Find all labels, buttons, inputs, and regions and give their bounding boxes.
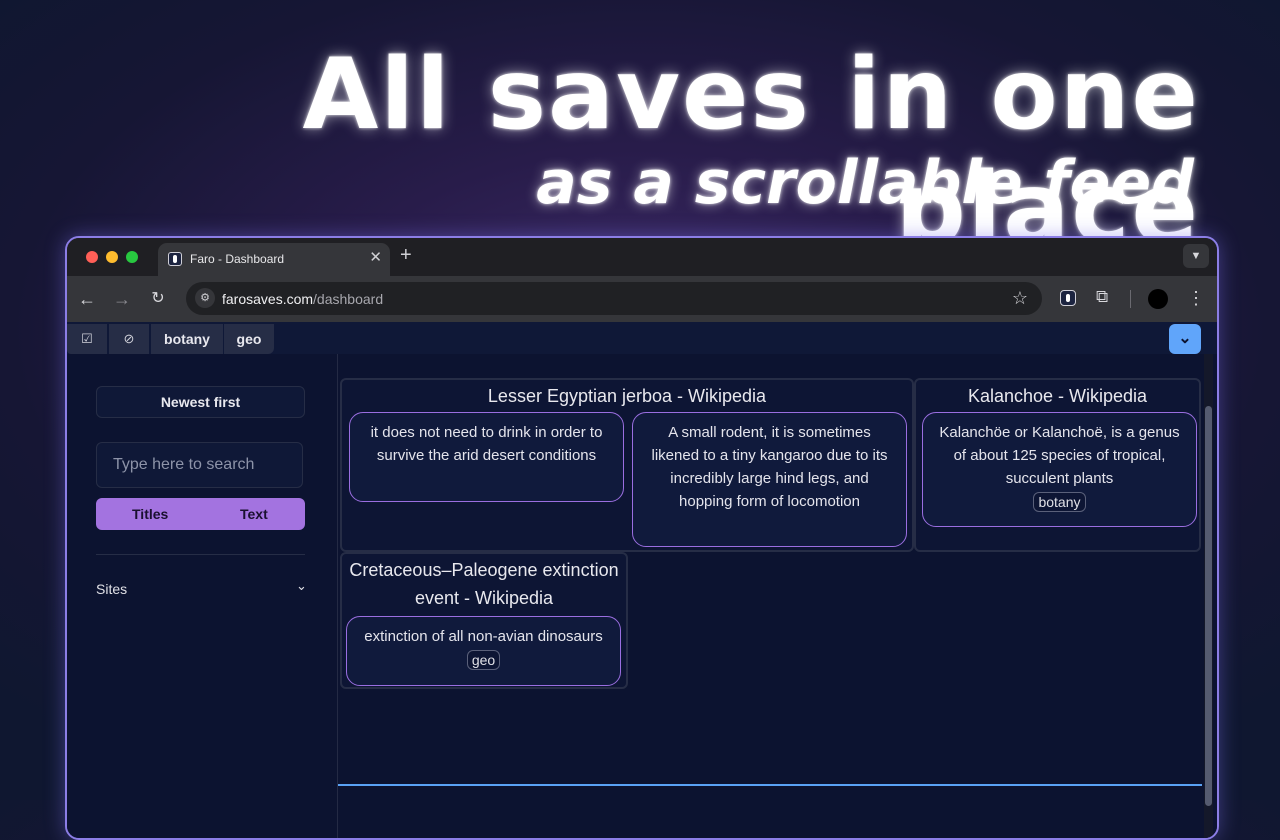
sites-chevron-down-icon[interactable]: ⌄ xyxy=(296,578,307,594)
close-tab-icon[interactable]: ✕ xyxy=(369,250,382,266)
browser-toolbar: ← → ↻ ⚙ farosaves.com/dashboard ☆ ⧉ ⋮ xyxy=(67,276,1217,322)
close-window-button[interactable] xyxy=(86,251,98,263)
save-card[interactable]: A small rodent, it is sometimes likened … xyxy=(632,412,907,547)
filter-bar: ☑ ⊘ botany geo ⌄ xyxy=(67,322,1217,354)
select-checkbox-icon[interactable]: ☑ xyxy=(67,324,107,354)
toggle-titles[interactable]: Titles xyxy=(132,498,168,530)
toggle-text[interactable]: Text xyxy=(240,498,268,530)
feed-scrollbar[interactable] xyxy=(1204,354,1213,838)
search-mode-toggle[interactable]: Titles Text xyxy=(96,498,305,530)
card-text: Kalanchöe or Kalanchoë, is a genus of ab… xyxy=(939,424,1180,487)
card-tag[interactable]: geo xyxy=(466,650,501,670)
url-text: farosaves.com/dashboard xyxy=(222,291,383,307)
profile-avatar[interactable] xyxy=(1148,289,1168,309)
bookmark-star-icon[interactable]: ☆ xyxy=(1012,288,1028,309)
group-title[interactable]: Kalanchoe - Wikipedia xyxy=(916,382,1199,410)
address-bar[interactable]: ⚙ farosaves.com/dashboard ☆ xyxy=(186,282,1042,315)
browser-window: Faro - Dashboard ✕ + ▼ ← → ↻ ⚙ farosaves… xyxy=(65,236,1219,840)
feed-end-divider xyxy=(338,784,1202,786)
tab-search-chevron-icon[interactable]: ▼ xyxy=(1183,244,1209,268)
site-settings-icon[interactable]: ⚙ xyxy=(195,288,215,308)
no-tag-filter-icon[interactable]: ⊘ xyxy=(109,324,149,354)
card-text: it does not need to drink in order to su… xyxy=(370,424,603,464)
search-input[interactable] xyxy=(96,442,303,488)
chevron-down-icon[interactable]: ⌄ xyxy=(1169,324,1201,354)
faro-extension-icon[interactable] xyxy=(1060,290,1076,306)
saves-feed: Lesser Egyptian jerboa - Wikipedia it do… xyxy=(338,354,1203,838)
url-path: /dashboard xyxy=(313,291,384,307)
new-tab-icon[interactable]: + xyxy=(400,245,412,265)
tab-title: Faro - Dashboard xyxy=(190,252,285,266)
save-group-kalanchoe: Kalanchoe - Wikipedia Kalanchöe or Kalan… xyxy=(914,378,1201,552)
faro-dashboard: ☑ ⊘ botany geo ⌄ Newest first Titles Tex… xyxy=(67,322,1217,838)
sidebar-divider xyxy=(96,554,305,555)
toolbar-divider xyxy=(1130,290,1131,308)
group-title[interactable]: Lesser Egyptian jerboa - Wikipedia xyxy=(342,382,912,410)
browser-menu-icon[interactable]: ⋮ xyxy=(1187,286,1205,310)
save-card[interactable]: it does not need to drink in order to su… xyxy=(349,412,624,502)
card-text: A small rodent, it is sometimes likened … xyxy=(651,424,888,510)
tab-faro-dashboard[interactable]: Faro - Dashboard ✕ xyxy=(158,243,390,276)
save-group-jerboa: Lesser Egyptian jerboa - Wikipedia it do… xyxy=(340,378,914,552)
tag-filter-geo[interactable]: geo xyxy=(224,324,274,354)
save-card[interactable]: extinction of all non-avian dinosaurs ge… xyxy=(346,616,621,686)
save-card[interactable]: Kalanchöe or Kalanchoë, is a genus of ab… xyxy=(922,412,1197,527)
tag-filter-botany[interactable]: botany xyxy=(151,324,223,354)
url-host: farosaves.com xyxy=(222,291,314,307)
card-text: extinction of all non-avian dinosaurs xyxy=(364,628,603,645)
card-tag[interactable]: botany xyxy=(1033,492,1086,512)
tab-bar: Faro - Dashboard ✕ + ▼ xyxy=(67,238,1217,276)
back-arrow-icon[interactable]: ← xyxy=(75,287,99,311)
reload-icon[interactable]: ↻ xyxy=(146,287,170,311)
forward-arrow-icon[interactable]: → xyxy=(110,287,134,311)
sidebar: Newest first Titles Text Sites ⌄ xyxy=(67,354,338,838)
sites-label[interactable]: Sites xyxy=(96,581,127,597)
save-group-kpg-extinction: Cretaceous–Paleogene extinction event - … xyxy=(340,552,628,689)
scrollbar-thumb[interactable] xyxy=(1205,406,1212,806)
minimize-window-button[interactable] xyxy=(106,251,118,263)
group-title[interactable]: Cretaceous–Paleogene extinction event - … xyxy=(342,556,626,612)
extensions-puzzle-icon[interactable]: ⧉ xyxy=(1096,287,1108,307)
faro-favicon-icon xyxy=(168,252,182,266)
maximize-window-button[interactable] xyxy=(126,251,138,263)
sort-button[interactable]: Newest first xyxy=(96,386,305,418)
hero-subtitle: as a scrollable feed xyxy=(536,148,1194,218)
